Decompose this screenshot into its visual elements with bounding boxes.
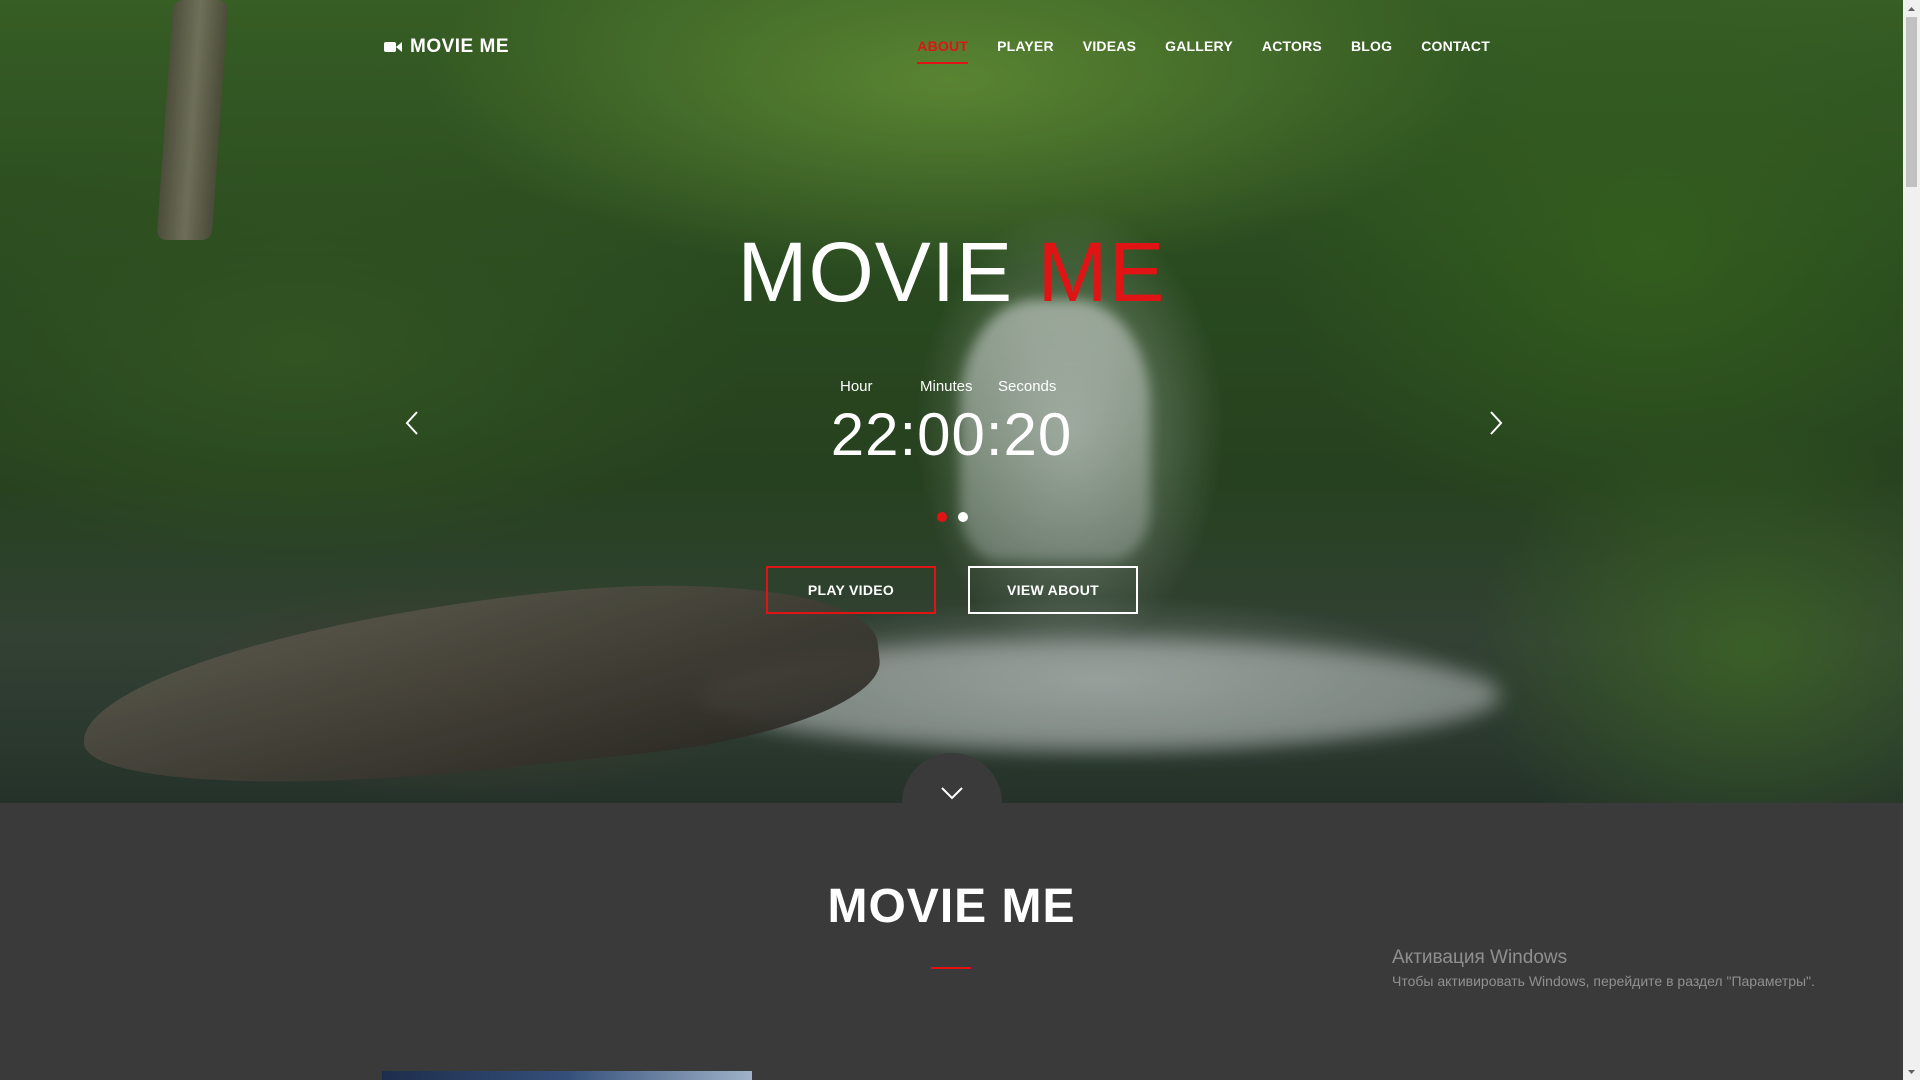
nav-item-videas[interactable]: VIDEAS	[1083, 36, 1136, 64]
countdown-seconds-label: Seconds	[998, 378, 1057, 395]
countdown-minutes-label: Minutes	[920, 378, 973, 395]
slider-prev-button[interactable]	[398, 408, 428, 438]
nav-item-actors[interactable]: ACTORS	[1262, 36, 1322, 64]
chevron-left-icon	[405, 411, 418, 435]
hero-banner: MOVIE ME ABOUT PLAYER VIDEAS GALLERY ACT…	[0, 0, 1903, 803]
slider-pagination	[937, 512, 968, 522]
page-scrollbar[interactable]	[1903, 0, 1920, 1080]
slider-dot-2[interactable]	[958, 512, 968, 522]
nav-item-about[interactable]: ABOUT	[917, 36, 968, 64]
site-logo[interactable]: MOVIE ME	[384, 36, 509, 58]
chevron-down-icon	[941, 787, 963, 800]
chevron-right-icon	[1490, 411, 1503, 435]
hero-title-main: MOVIE	[737, 225, 1014, 319]
section-title: MOVIE ME	[827, 880, 1076, 933]
countdown-timer: 22:00:20	[830, 401, 1073, 468]
windows-activation-title: Активация Windows	[1392, 947, 1568, 968]
nav-item-contact[interactable]: CONTACT	[1421, 36, 1490, 64]
main-nav: ABOUT PLAYER VIDEAS GALLERY ACTORS BLOG …	[888, 36, 1490, 64]
scroll-down-arrow[interactable]	[1903, 1063, 1920, 1080]
countdown-hour-label: Hour	[840, 378, 873, 395]
scroll-up-arrow[interactable]	[1903, 0, 1920, 17]
countdown-labels: Hour Minutes Seconds	[840, 378, 1078, 395]
windows-activation-watermark: Активация Windows Чтобы активировать Win…	[1392, 947, 1815, 989]
hero-title-accent: ME	[1037, 225, 1166, 319]
hero-title: MOVIE ME	[0, 222, 1903, 322]
play-video-button[interactable]: PLAY VIDEO	[766, 566, 936, 614]
slider-next-button[interactable]	[1480, 408, 1510, 438]
section-divider	[931, 967, 971, 969]
windows-activation-message: Чтобы активировать Windows, перейдите в …	[1392, 973, 1815, 989]
video-camera-icon	[384, 41, 402, 53]
nav-item-player[interactable]: PLAYER	[997, 36, 1054, 64]
nav-item-blog[interactable]: BLOG	[1351, 36, 1392, 64]
section-image	[382, 1071, 752, 1080]
about-section: MOVIE ME	[0, 803, 1903, 1080]
view-about-button[interactable]: VIEW ABOUT	[968, 566, 1138, 614]
nav-item-gallery[interactable]: GALLERY	[1165, 36, 1233, 64]
scrollbar-thumb[interactable]	[1906, 17, 1917, 187]
slider-dot-1[interactable]	[937, 512, 947, 522]
site-logo-text: MOVIE ME	[410, 36, 510, 57]
triangle-up-icon	[1908, 6, 1915, 11]
triangle-down-icon	[1908, 1069, 1915, 1074]
